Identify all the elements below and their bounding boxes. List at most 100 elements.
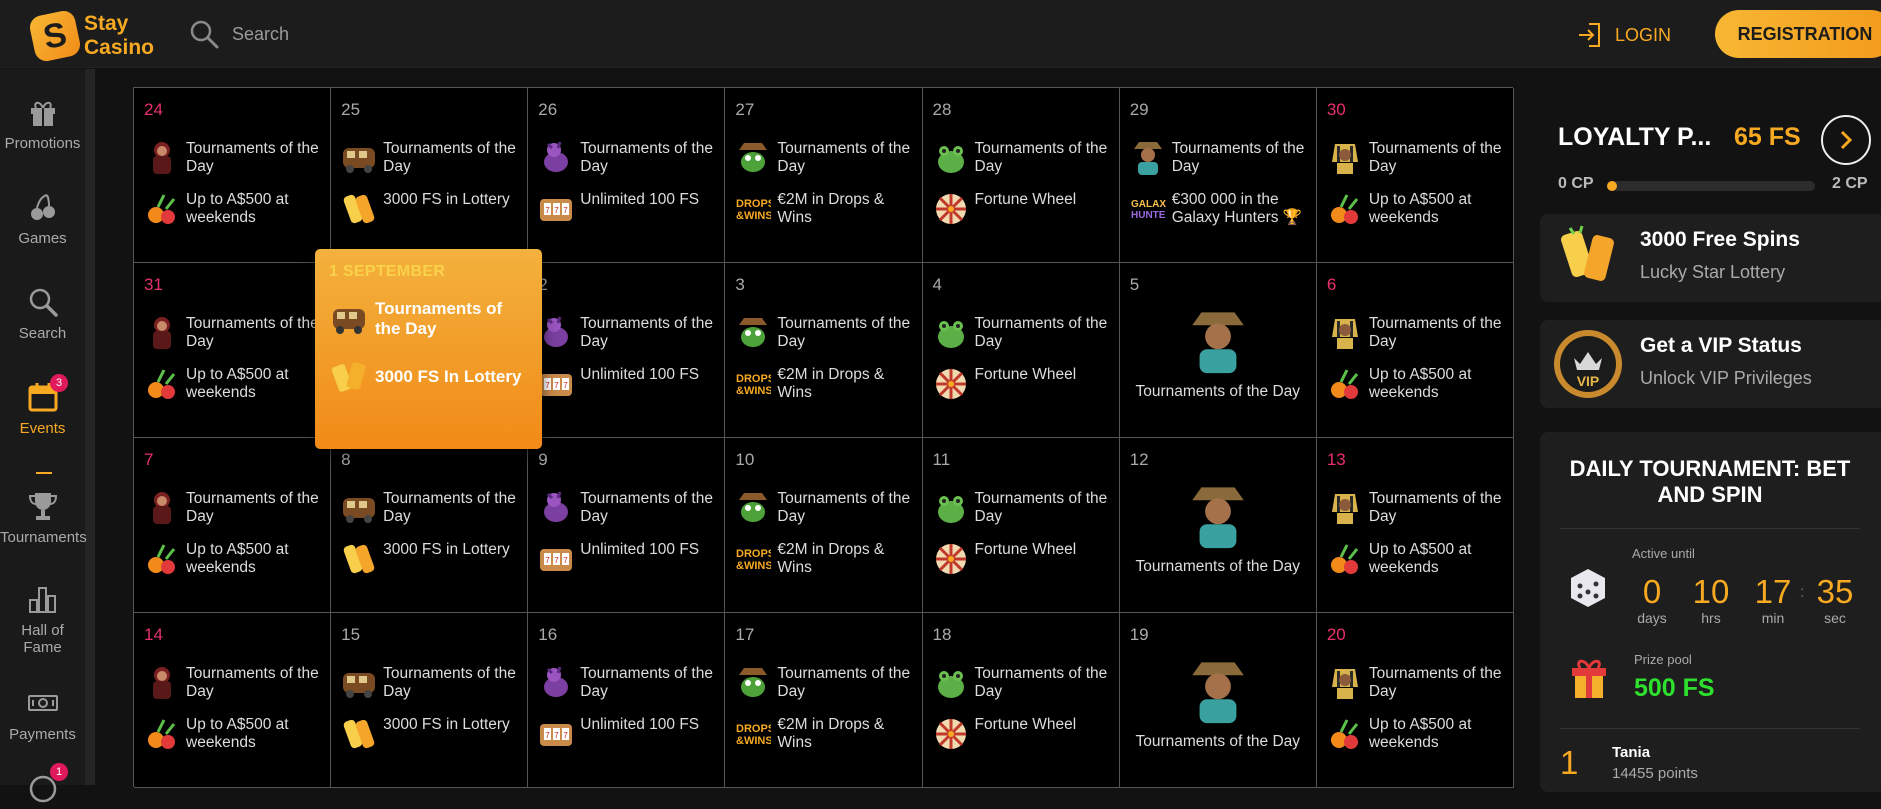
promo-card-lottery[interactable]: 3000 Free Spins Lucky Star Lottery	[1540, 214, 1881, 302]
calendar-day-cell[interactable]: 24 Tournaments of the Day Up to A$500 at w…	[134, 88, 332, 263]
calendar-day-cell[interactable]: 15 Tournaments of the Day 3000 FS in Lotte…	[331, 613, 529, 788]
loyalty-next-button[interactable]	[1821, 115, 1871, 165]
calendar-event[interactable]: Up to A$500 at weekends	[144, 539, 330, 581]
calendar-day-cell[interactable]: 19 Tournaments of the Day	[1119, 613, 1317, 788]
calendar-event[interactable]: 7 7 7 Unlimited 100 FS	[538, 189, 724, 231]
popup-event[interactable]: 3000 FS In Lottery	[329, 357, 528, 397]
calendar-event[interactable]: Tournaments of the Day	[1327, 663, 1513, 705]
calendar-day-cell[interactable]: 3Tournaments of the DayDROPS&WINS€2M in …	[725, 263, 923, 438]
calendar-event[interactable]: Tournaments of the Day	[735, 663, 921, 705]
calendar-event[interactable]: DROPS&WINS€2M in Drops & Wins	[735, 539, 921, 581]
calendar-event[interactable]: Tournaments of the Day	[735, 138, 921, 180]
calendar-day-cell[interactable]: 8 Tournaments of the Day 3000 FS in Lotter…	[331, 438, 529, 613]
calendar-day-cell[interactable]: 9 Tournaments of the Day 7 7 7 Unlimited 100 …	[528, 438, 726, 613]
calendar-event[interactable]: Tournaments of the Day	[144, 313, 330, 355]
calendar-event[interactable]: DROPS&WINS€2M in Drops & Wins	[735, 189, 921, 231]
calendar-day-cell[interactable]: 30 Tournaments of the Day Up to A$500 at w…	[1316, 88, 1514, 263]
calendar-event[interactable]: Tournaments of the Day	[933, 488, 1119, 530]
calendar-event[interactable]: Tournaments of the Day	[538, 488, 724, 530]
sidebar-item-hall-of-fame[interactable]: Hall of Fame	[0, 582, 85, 656]
promo-card-vip[interactable]: VIP Get a VIP Status Unlock VIP Privileg…	[1540, 320, 1881, 408]
calendar-event[interactable]: 7 7 7 Unlimited 100 FS	[538, 714, 724, 756]
calendar-day-cell[interactable]: 14 Tournaments of the Day Up to A$500 at w…	[134, 613, 332, 788]
calendar-day-cell[interactable]: 5 Tournaments of the Day	[1119, 263, 1317, 438]
registration-button[interactable]: REGISTRATION	[1715, 10, 1881, 58]
calendar-day-cell[interactable]: 2 Tournaments of the Day 7 7 7 Unlimited 100 …	[528, 263, 726, 438]
calendar-event[interactable]: Up to A$500 at weekends	[1327, 714, 1513, 756]
calendar-day-cell[interactable]: 11 Tournaments of the Day Fortune Wheel	[922, 438, 1120, 613]
calendar-day-cell[interactable]: 25 Tournaments of the Day 3000 FS in Lotte…	[331, 88, 529, 263]
calendar-event[interactable]: 7 7 7 Unlimited 100 FS	[538, 364, 724, 406]
calendar-event[interactable]: Tournaments of the Day	[933, 138, 1119, 180]
calendar-event[interactable]: Up to A$500 at weekends	[1327, 364, 1513, 406]
calendar-event[interactable]: Tournaments of the Day	[341, 663, 527, 705]
calendar-event[interactable]: 3000 FS in Lottery	[341, 189, 527, 231]
daily-tournament-card[interactable]: DAILY TOURNAMENT: BET AND SPIN Active un…	[1540, 432, 1881, 792]
calendar-event[interactable]: Tournaments of the Day	[1130, 138, 1316, 180]
calendar-day-cell[interactable]: 12 Tournaments of the Day	[1119, 438, 1317, 613]
calendar-event[interactable]: Tournaments of the Day	[144, 488, 330, 530]
calendar-day-cell[interactable]: 29Tournaments of the DayGALAXYHUNTERS€30…	[1119, 88, 1317, 263]
search-input[interactable]	[232, 23, 532, 45]
loyalty-title[interactable]: LOYALTY P...	[1558, 123, 1711, 152]
calendar-event[interactable]: Up to A$500 at weekends	[144, 364, 330, 406]
calendar-event[interactable]: Tournaments of the Day	[933, 663, 1119, 705]
calendar-event[interactable]: Tournaments of the Day	[538, 313, 724, 355]
calendar-event[interactable]: Tournaments of the Day	[933, 313, 1119, 355]
calendar-event[interactable]: DROPS&WINS€2M in Drops & Wins	[735, 714, 921, 756]
calendar-event[interactable]: Tournaments of the Day	[735, 488, 921, 530]
calendar-event[interactable]: Tournaments of the Day	[1130, 303, 1316, 401]
calendar-event[interactable]: Tournaments of the Day	[1327, 138, 1513, 180]
calendar-event[interactable]: Tournaments of the Day	[341, 488, 527, 530]
calendar-event[interactable]: Tournaments of the Day	[144, 138, 330, 180]
calendar-event[interactable]: Fortune Wheel	[933, 539, 1119, 581]
calendar-day-cell[interactable]: 26 Tournaments of the Day 7 7 7 Unlimited 100…	[528, 88, 726, 263]
calendar-event[interactable]: Tournaments of the Day	[1130, 653, 1316, 751]
calendar-day-cell[interactable]: 28 Tournaments of the Day Fortune Wheel	[922, 88, 1120, 263]
calendar-day-cell[interactable]: 13 Tournaments of the Day Up to A$500 at w…	[1316, 438, 1514, 613]
search-box[interactable]	[188, 18, 532, 50]
calendar-event[interactable]: DROPS&WINS€2M in Drops & Wins	[735, 364, 921, 406]
calendar-event[interactable]: Tournaments of the Day	[538, 138, 724, 180]
calendar-event[interactable]: 3000 FS in Lottery	[341, 539, 527, 581]
calendar-event[interactable]: Tournaments of the Day	[735, 313, 921, 355]
right-panel: LOYALTY P... 65 FS 0 CP 2 CP 3000 Free S…	[1530, 69, 1881, 792]
calendar-event[interactable]: Tournaments of the Day	[538, 663, 724, 705]
calendar-day-cell[interactable]: 17Tournaments of the DayDROPS&WINS€2M in…	[725, 613, 923, 788]
calendar-day-cell[interactable]: 10Tournaments of the DayDROPS&WINS€2M in…	[725, 438, 923, 613]
sidebar-item-chat[interactable]: 1	[0, 763, 85, 809]
calendar-day-cell[interactable]: 27Tournaments of the DayDROPS&WINS€2M in…	[725, 88, 923, 263]
calendar-event[interactable]: 3000 FS in Lottery	[341, 714, 527, 756]
calendar-event[interactable]: Fortune Wheel	[933, 714, 1119, 756]
calendar-day-cell[interactable]: 6 Tournaments of the Day Up to A$500 at we…	[1316, 263, 1514, 438]
login-button[interactable]: LOGIN	[1575, 20, 1671, 50]
calendar-event[interactable]: Up to A$500 at weekends	[144, 714, 330, 756]
calendar-event[interactable]: Tournaments of the Day	[341, 138, 527, 180]
calendar-event[interactable]: Tournaments of the Day	[144, 663, 330, 705]
sidebar-item-payments[interactable]: Payments	[0, 686, 85, 743]
day-popup[interactable]: 1 SEPTEMBER Tournaments of the Day 3000 …	[315, 249, 542, 449]
calendar-event[interactable]: Tournaments of the Day	[1130, 478, 1316, 576]
calendar-day-cell[interactable]: 7 Tournaments of the Day Up to A$500 at we…	[134, 438, 332, 613]
calendar-day-cell[interactable]: 4 Tournaments of the Day Fortune Wheel	[922, 263, 1120, 438]
popup-event[interactable]: Tournaments of the Day	[329, 299, 528, 339]
calendar-day-cell[interactable]: 20 Tournaments of the Day Up to A$500 at w…	[1316, 613, 1514, 788]
calendar-day-cell[interactable]: 31 Tournaments of the Day Up to A$500 at w…	[134, 263, 332, 438]
sidebar-item-tournaments[interactable]: Tournaments	[0, 489, 87, 546]
sidebar-item-events[interactable]: Events 3	[0, 374, 85, 437]
calendar-event[interactable]: Fortune Wheel	[933, 364, 1119, 406]
sidebar-item-search[interactable]: Search	[0, 285, 85, 342]
stay-casino-logo[interactable]: S Stay Casino	[27, 8, 154, 64]
calendar-event[interactable]: GALAXYHUNTERS€300 000 in the Galaxy Hunt…	[1130, 189, 1316, 231]
calendar-event[interactable]: Up to A$500 at weekends	[1327, 539, 1513, 581]
calendar-event[interactable]: 7 7 7 Unlimited 100 FS	[538, 539, 724, 581]
calendar-day-cell[interactable]: 16 Tournaments of the Day 7 7 7 Unlimited 100…	[528, 613, 726, 788]
calendar-event[interactable]: Tournaments of the Day	[1327, 488, 1513, 530]
calendar-event[interactable]: Up to A$500 at weekends	[1327, 189, 1513, 231]
sidebar-item-games[interactable]: Games	[0, 190, 85, 247]
calendar-event[interactable]: Fortune Wheel	[933, 189, 1119, 231]
calendar-event[interactable]: Tournaments of the Day	[1327, 313, 1513, 355]
sidebar-item-promotions[interactable]: Promotions	[0, 95, 85, 152]
calendar-event[interactable]: Up to A$500 at weekends	[144, 189, 330, 231]
calendar-day-cell[interactable]: 18 Tournaments of the Day Fortune Wheel	[922, 613, 1120, 788]
